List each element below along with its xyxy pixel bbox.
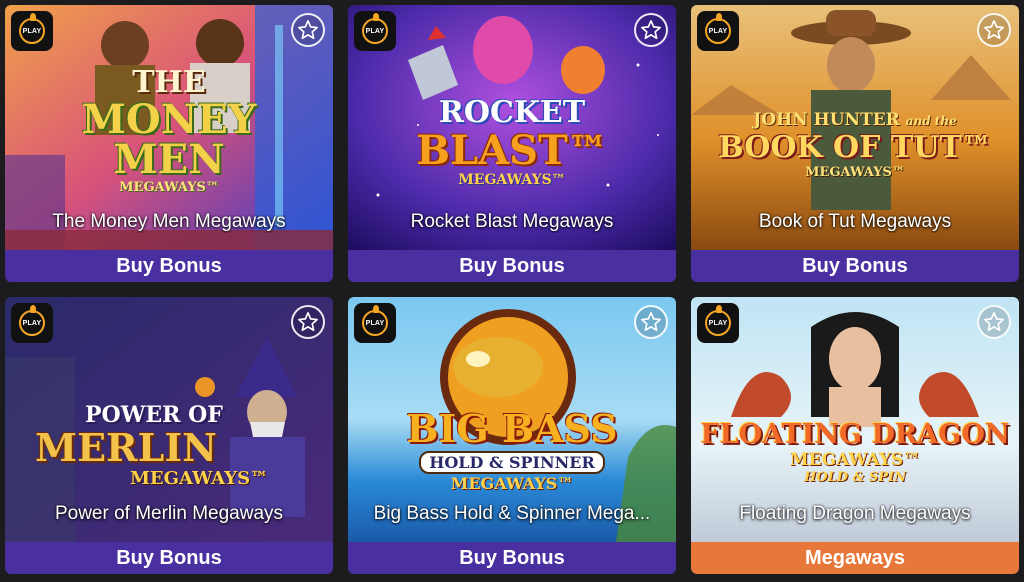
logo-line: JOHN HUNTER	[753, 110, 900, 130]
star-icon[interactable]	[291, 305, 325, 339]
play-label: PLAY	[365, 27, 385, 35]
star-icon[interactable]	[977, 13, 1011, 47]
game-title: Rocket Blast Megaways	[410, 211, 614, 232]
logo-line: and the	[905, 114, 957, 128]
play-label: PLAY	[22, 27, 42, 35]
game-grid: THE MONEY MEN MEGAWAYS™ PLAY The Money M…	[0, 0, 1024, 582]
logo-line: FLOATING DRAGON	[700, 419, 1010, 450]
logo-line: MEGAWAYS™	[458, 172, 566, 188]
game-card-book-of-tut[interactable]: JOHN HUNTER and the BOOK OF TUT™ MEGAWAY…	[691, 5, 1019, 282]
play-logo-icon: PLAY	[354, 303, 396, 343]
logo-line: MERLIN	[35, 425, 217, 470]
game-title: The Money Men Megaways	[52, 211, 286, 232]
game-title: Book of Tut Megaways	[758, 211, 952, 232]
game-title: Floating Dragon Megaways	[739, 503, 971, 524]
star-icon[interactable]	[291, 13, 325, 47]
logo-line: ROCKET	[438, 95, 586, 130]
buy-bonus-badge[interactable]: Buy Bonus	[348, 250, 676, 282]
game-logo: ROCKET BLAST™ MEGAWAYS™	[348, 95, 676, 188]
logo-line: THE	[132, 65, 206, 100]
game-logo: THE MONEY MEN MEGAWAYS™	[5, 65, 333, 195]
game-logo: JOHN HUNTER and the BOOK OF TUT™ MEGAWAY…	[691, 110, 1019, 180]
game-logo: POWER OF MERLIN MEGAWAYS™	[35, 402, 315, 489]
logo-line: MONEY	[81, 96, 257, 143]
logo-line: BOOK OF TUT™	[718, 130, 992, 165]
game-card-rocket-blast[interactable]: ROCKET BLAST™ MEGAWAYS™ PLAY Rocket Blas…	[348, 5, 676, 282]
star-icon[interactable]	[977, 305, 1011, 339]
play-logo-icon: PLAY	[697, 11, 739, 51]
buy-bonus-badge[interactable]: Buy Bonus	[5, 542, 333, 574]
play-label: PLAY	[22, 319, 42, 327]
game-card-power-of-merlin[interactable]: POWER OF MERLIN MEGAWAYS™ PLAY Power of …	[5, 297, 333, 574]
play-logo-icon: PLAY	[697, 303, 739, 343]
game-logo: BIG BASS HOLD & SPINNER MEGAWAYS™	[348, 406, 676, 494]
game-logo: FLOATING DRAGON MEGAWAYS™ HOLD & SPIN	[691, 419, 1019, 485]
buy-bonus-badge[interactable]: Buy Bonus	[5, 250, 333, 282]
logo-line: MEGAWAYS™	[450, 474, 574, 493]
logo-line: MEN	[113, 136, 225, 183]
play-label: PLAY	[708, 319, 728, 327]
play-label: PLAY	[708, 27, 728, 35]
buy-bonus-badge[interactable]: Buy Bonus	[348, 542, 676, 574]
game-title: Power of Merlin Megaways	[54, 503, 284, 524]
logo-line: HOLD & SPIN	[804, 470, 906, 485]
play-logo-icon: PLAY	[11, 303, 53, 343]
game-card-big-bass-hold-spinner[interactable]: BIG BASS HOLD & SPINNER MEGAWAYS™ PLAY B…	[348, 297, 676, 574]
play-logo-icon: PLAY	[11, 11, 53, 51]
logo-line: MEGAWAYS™	[805, 165, 905, 180]
play-logo-icon: PLAY	[354, 11, 396, 51]
megaways-badge[interactable]: Megaways	[691, 542, 1019, 574]
logo-line: BIG BASS	[406, 406, 618, 451]
buy-bonus-badge[interactable]: Buy Bonus	[691, 250, 1019, 282]
star-icon[interactable]	[634, 13, 668, 47]
logo-line: MEGAWAYS™	[789, 450, 921, 470]
logo-line: BLAST™	[416, 127, 608, 174]
logo-line: MEGAWAYS™	[130, 468, 269, 489]
logo-line: MEGAWAYS™	[119, 180, 219, 195]
logo-line: HOLD & SPINNER	[429, 453, 595, 472]
game-card-money-men[interactable]: THE MONEY MEN MEGAWAYS™ PLAY The Money M…	[5, 5, 333, 282]
star-icon[interactable]	[634, 305, 668, 339]
game-title: Big Bass Hold & Spinner Mega...	[373, 503, 651, 524]
game-card-floating-dragon[interactable]: FLOATING DRAGON MEGAWAYS™ HOLD & SPIN PL…	[691, 297, 1019, 574]
play-label: PLAY	[365, 319, 385, 327]
